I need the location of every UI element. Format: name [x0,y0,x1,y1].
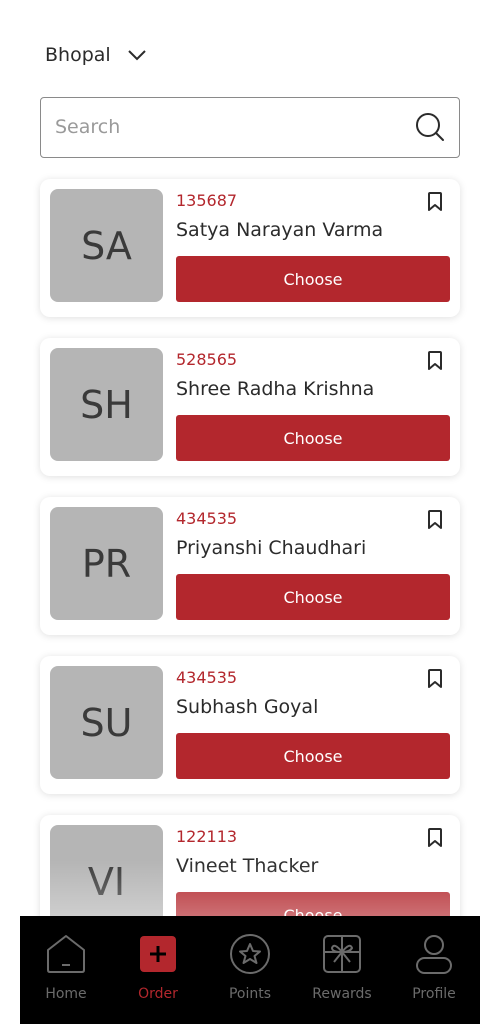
choose-button[interactable]: Choose [176,733,450,779]
nav-label-rewards: Rewards [312,986,372,1002]
avatar: PR [50,507,163,620]
customer-name: Satya Narayan Varma [176,219,384,241]
bookmark-icon[interactable] [425,827,445,853]
customer-code: 122113 [176,827,238,846]
search-box [40,97,460,158]
avatar: SH [50,348,163,461]
bookmark-icon[interactable] [425,668,445,694]
customer-name: Subhash Goyal [176,696,319,718]
customer-code: 434535 [176,668,238,687]
bookmark-icon[interactable] [425,191,445,217]
customer-code: 434535 [176,509,238,528]
search-input[interactable] [55,98,395,156]
customer-card: SH 528565 Shree Radha Krishna Choose [40,338,460,476]
customer-name: Shree Radha Krishna [176,378,375,400]
customer-code: 135687 [176,191,238,210]
nav-rewards[interactable]: Rewards [302,932,382,1002]
nav-label-home: Home [45,986,87,1002]
star-badge-icon [228,932,272,976]
customer-card: SA 135687 Satya Narayan Varma Choose [40,179,460,317]
customer-name: Vineet Thacker [176,855,319,877]
nav-label-points: Points [228,986,272,1002]
choose-button[interactable]: Choose [176,256,450,302]
bottom-nav: Home Order Points Rewards Profile [20,916,480,1024]
search-icon[interactable] [415,112,445,146]
gift-icon [320,932,364,976]
nav-label-order: Order [138,986,178,1002]
customer-card: PR 434535 Priyanshi Chaudhari Choose [40,497,460,635]
nav-label-profile: Profile [412,986,456,1002]
choose-button[interactable]: Choose [176,574,450,620]
avatar: SU [50,666,163,779]
customer-code: 528565 [176,350,238,369]
customer-list: SA 135687 Satya Narayan Varma Choose SH … [40,179,460,974]
customer-card: SU 434535 Subhash Goyal Choose [40,656,460,794]
user-icon [412,932,456,976]
location-selector[interactable]: Bhopal [45,44,147,66]
nav-profile[interactable]: Profile [394,932,474,1002]
nav-points[interactable]: Points [210,932,290,1002]
order-plus-icon [136,932,180,976]
avatar: SA [50,189,163,302]
customer-name: Priyanshi Chaudhari [176,537,367,559]
location-label: Bhopal [45,44,111,66]
nav-order[interactable]: Order [118,932,198,1002]
home-icon [44,932,88,976]
nav-home[interactable]: Home [26,932,106,1002]
choose-button[interactable]: Choose [176,415,450,461]
bookmark-icon[interactable] [425,509,445,535]
chevron-down-icon [127,49,147,61]
bookmark-icon[interactable] [425,350,445,376]
